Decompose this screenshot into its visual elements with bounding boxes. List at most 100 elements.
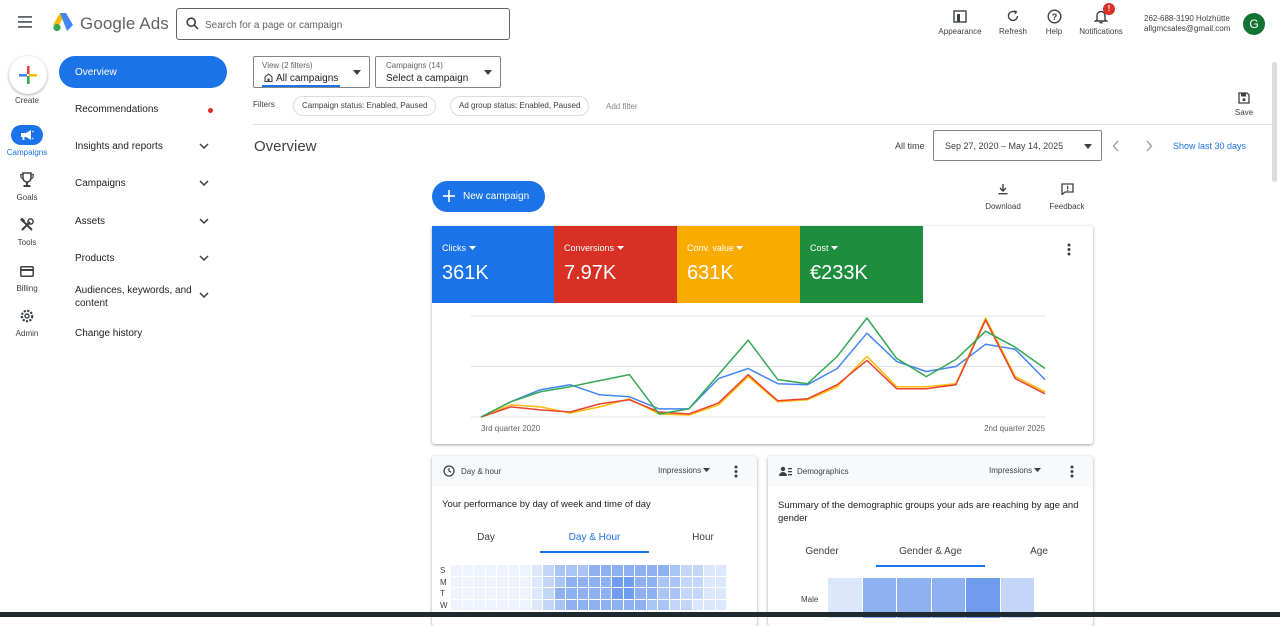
notifications-button[interactable]: Notifications (1075, 6, 1127, 36)
heatmap-cell[interactable] (704, 599, 715, 610)
date-range-picker[interactable]: Sep 27, 2020 – May 14, 2025 (933, 130, 1102, 161)
heatmap-cell[interactable] (566, 599, 577, 610)
tab-gender-age[interactable]: Gender & Age (876, 546, 985, 557)
admin-icon[interactable] (17, 307, 37, 325)
heatmap-cell[interactable] (543, 599, 554, 610)
search-box[interactable] (176, 8, 510, 40)
heatmap-cell[interactable] (646, 599, 657, 610)
rail-label-tools[interactable]: Tools (0, 238, 54, 247)
heatmap-cell[interactable] (451, 599, 462, 610)
campaigns-dropdown[interactable]: Campaigns (14) Select a campaign (375, 56, 501, 88)
heatmap-cell[interactable] (623, 588, 634, 599)
heatmap-cell[interactable] (600, 599, 611, 610)
heatmap-cell[interactable] (715, 576, 726, 587)
heatmap-cell[interactable] (474, 599, 485, 610)
heatmap-cell[interactable] (669, 576, 680, 587)
heatmap-cell[interactable] (646, 565, 657, 576)
rail-label-billing[interactable]: Billing (0, 284, 54, 293)
metric-clicks[interactable]: Clicks 361K (432, 226, 554, 303)
heatmap-cell[interactable] (681, 588, 692, 599)
heatmap-cell[interactable] (600, 588, 611, 599)
heatmap-cell[interactable] (681, 599, 692, 610)
heatmap-cell[interactable] (462, 565, 473, 576)
heatmap-cell[interactable] (715, 588, 726, 599)
heatmap-cell[interactable] (531, 588, 542, 599)
heatmap-cell[interactable] (462, 588, 473, 599)
heatmap-cell[interactable] (474, 565, 485, 576)
view-dropdown[interactable]: View (2 filters) All campaigns (253, 56, 370, 88)
heatmap-cell[interactable] (566, 576, 577, 587)
heatmap-cell[interactable] (508, 588, 519, 599)
feedback-button[interactable]: Feedback (1045, 183, 1089, 211)
rail-label-campaigns[interactable]: Campaigns (0, 148, 54, 157)
heatmap-cell[interactable] (600, 565, 611, 576)
filter-chip-campaign-status[interactable]: Campaign status: Enabled, Paused (293, 96, 437, 116)
heatmap-cell[interactable] (612, 576, 623, 587)
tools-icon[interactable] (17, 217, 37, 233)
heatmap-cell[interactable] (692, 565, 703, 576)
heatmap-cell[interactable] (704, 576, 715, 587)
metric-conversions[interactable]: Conversions 7.97K (554, 226, 677, 303)
tab-day-hour[interactable]: Day & Hour (540, 532, 649, 543)
heatmap-cell[interactable] (554, 588, 565, 599)
heatmap-cell[interactable] (669, 599, 680, 610)
more-options-icon[interactable] (734, 465, 738, 478)
heatmap-cell[interactable] (692, 588, 703, 599)
more-options-icon[interactable] (1067, 243, 1071, 256)
tab-gender[interactable]: Gender (784, 546, 860, 557)
goals-icon[interactable] (17, 171, 37, 189)
heatmap-cell[interactable] (451, 588, 462, 599)
heatmap-cell[interactable] (531, 576, 542, 587)
account-info[interactable]: 262-688-3190 Holzhütte allgmcsales@gmail… (1144, 14, 1230, 34)
heatmap-cell[interactable] (612, 588, 623, 599)
help-button[interactable]: ? Help (1040, 6, 1068, 36)
heatmap-cell[interactable] (485, 588, 496, 599)
tab-hour[interactable]: Hour (668, 532, 738, 543)
heatmap-cell[interactable] (635, 599, 646, 610)
heatmap-cell[interactable] (520, 599, 531, 610)
heatmap-cell[interactable] (635, 588, 646, 599)
heatmap-cell[interactable] (704, 588, 715, 599)
heatmap-cell[interactable] (715, 565, 726, 576)
heatmap-cell[interactable] (474, 588, 485, 599)
heatmap-cell[interactable] (497, 599, 508, 610)
search-input[interactable] (205, 15, 505, 35)
avatar[interactable]: G (1243, 13, 1265, 35)
heatmap-cell[interactable] (646, 576, 657, 587)
heatmap-cell[interactable] (474, 576, 485, 587)
appearance-button[interactable]: Appearance (936, 6, 984, 36)
heatmap-cell[interactable] (485, 599, 496, 610)
heatmap-cell[interactable] (508, 565, 519, 576)
heatmap-cell[interactable] (669, 565, 680, 576)
tab-age[interactable]: Age (1004, 546, 1074, 557)
heatmap-cell[interactable] (520, 565, 531, 576)
previous-period-icon[interactable] (1112, 140, 1120, 152)
heatmap-cell[interactable] (600, 576, 611, 587)
heatmap-cell[interactable] (692, 599, 703, 610)
heatmap-cell[interactable] (658, 588, 669, 599)
heatmap-cell[interactable] (520, 588, 531, 599)
new-campaign-button[interactable]: New campaign (432, 181, 545, 212)
heatmap-cell[interactable] (543, 576, 554, 587)
heatmap-cell[interactable] (485, 576, 496, 587)
heatmap-cell[interactable] (531, 599, 542, 610)
heatmap-cell[interactable] (635, 565, 646, 576)
scrollbar[interactable] (1272, 62, 1277, 182)
heatmap-cell[interactable] (658, 565, 669, 576)
google-ads-logo-icon[interactable] (52, 12, 76, 34)
heatmap-cell[interactable] (715, 599, 726, 610)
heatmap-cell[interactable] (623, 599, 634, 610)
heatmap-cell[interactable] (623, 565, 634, 576)
show-last-30-days-link[interactable]: Show last 30 days (1173, 141, 1246, 151)
metric-conv-value[interactable]: Conv. value 631K (677, 226, 800, 303)
metric-selector[interactable]: Impressions (658, 466, 711, 475)
heatmap-cell[interactable] (543, 588, 554, 599)
heatmap-cell[interactable] (681, 576, 692, 587)
heatmap-cell[interactable] (646, 588, 657, 599)
heatmap-cell[interactable] (658, 576, 669, 587)
brand-name[interactable]: Google Ads (80, 14, 169, 34)
heatmap-cell[interactable] (462, 576, 473, 587)
filter-chip-ad-group-status[interactable]: Ad group status: Enabled, Paused (450, 96, 590, 116)
heatmap-cell[interactable] (497, 565, 508, 576)
heatmap-cell[interactable] (669, 588, 680, 599)
